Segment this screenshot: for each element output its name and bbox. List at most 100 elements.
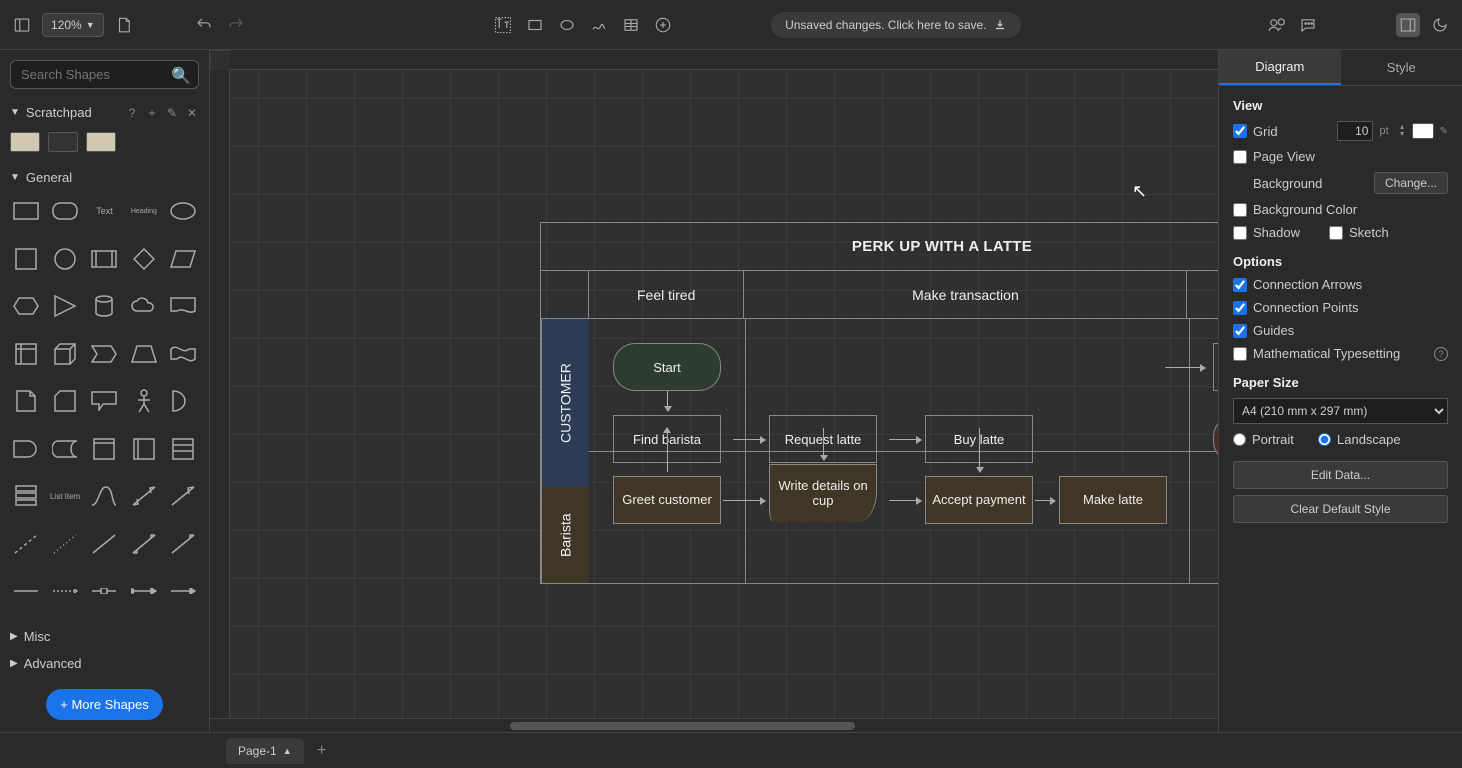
shape-and[interactable] [10, 435, 41, 463]
shape-rounded-rect[interactable] [49, 197, 80, 225]
phase-col3[interactable]: Feel perky [1187, 271, 1218, 318]
conn-points-checkbox[interactable] [1233, 301, 1247, 315]
lane-customer[interactable]: CUSTOMER [541, 319, 589, 487]
shape-tape[interactable] [168, 340, 199, 368]
node-accept[interactable]: Accept payment [925, 476, 1033, 524]
comment-icon[interactable] [1296, 13, 1320, 37]
help-icon[interactable]: ? [125, 106, 139, 120]
shape-ellipse[interactable] [168, 197, 199, 225]
shape-cloud[interactable] [128, 292, 159, 320]
shape-listitem[interactable]: List Item [49, 482, 80, 510]
freehand-tool-icon[interactable] [587, 13, 611, 37]
shape-document[interactable] [168, 292, 199, 320]
share-icon[interactable] [1264, 13, 1288, 37]
shape-actor[interactable] [128, 387, 159, 415]
edit-icon[interactable]: ✎ [165, 106, 179, 120]
add-icon[interactable]: + [145, 106, 159, 120]
scratch-item[interactable] [10, 132, 40, 152]
scratch-item[interactable] [48, 132, 78, 152]
shape-container[interactable] [89, 435, 120, 463]
text-tool-icon[interactable] [491, 13, 515, 37]
landscape-radio[interactable] [1318, 433, 1331, 446]
advanced-header[interactable]: ▶ Advanced [0, 650, 209, 677]
shape-cylinder[interactable] [89, 292, 120, 320]
shape-link-solid[interactable] [10, 577, 41, 605]
shape-trapezoid[interactable] [128, 340, 159, 368]
node-start[interactable]: Start [613, 343, 721, 391]
shape-link-arrow[interactable] [168, 577, 199, 605]
grid-stepper[interactable]: ▲▼ [1399, 124, 1406, 138]
more-shapes-button[interactable]: + More Shapes [46, 689, 163, 720]
papersize-select[interactable]: A4 (210 mm x 297 mm) [1233, 398, 1448, 424]
shape-diamond[interactable] [128, 245, 159, 273]
scratchpad-header[interactable]: ▼ Scratchpad ? + ✎ ✕ [0, 99, 209, 126]
format-panel-toggle-icon[interactable] [1396, 13, 1420, 37]
edit-icon[interactable]: ✎ [1440, 126, 1448, 137]
shape-step[interactable] [89, 340, 120, 368]
shape-note[interactable] [10, 387, 41, 415]
shape-text[interactable]: Text [89, 197, 120, 225]
table-tool-icon[interactable] [619, 13, 643, 37]
diagram-title[interactable]: PERK UP WITH A LATTE [541, 223, 1218, 271]
tab-diagram[interactable]: Diagram [1219, 50, 1341, 85]
ruler-horizontal[interactable] [230, 50, 1218, 70]
sketch-checkbox[interactable] [1329, 226, 1343, 240]
change-background-button[interactable]: Change... [1374, 172, 1448, 194]
shape-triangle[interactable] [49, 292, 80, 320]
undo-icon[interactable] [192, 13, 216, 37]
shape-link-dash[interactable] [49, 577, 80, 605]
shape-arrow[interactable] [168, 482, 199, 510]
phase-col2[interactable]: Make transaction [744, 271, 1187, 318]
node-make[interactable]: Make latte [1059, 476, 1167, 524]
ellipse-tool-icon[interactable] [555, 13, 579, 37]
shape-cube[interactable] [49, 340, 80, 368]
ruler-vertical[interactable] [210, 70, 230, 732]
portrait-radio[interactable] [1233, 433, 1246, 446]
add-page-button[interactable]: + [310, 739, 334, 763]
math-checkbox[interactable] [1233, 347, 1247, 361]
phase-col1[interactable]: Feel tired [589, 271, 745, 318]
general-header[interactable]: ▼ General [0, 164, 209, 191]
shape-parallelogram[interactable] [168, 245, 199, 273]
close-icon[interactable]: ✕ [185, 106, 199, 120]
search-icon[interactable]: 🔍 [171, 66, 191, 86]
scroll-thumb[interactable] [510, 722, 855, 730]
clear-default-style-button[interactable]: Clear Default Style [1233, 495, 1448, 523]
sidebar-toggle-icon[interactable] [10, 13, 34, 37]
page-tab[interactable]: Page-1 ▲ [226, 738, 304, 764]
node-write[interactable]: Write details on cup [769, 464, 877, 522]
shape-container-h[interactable] [128, 435, 159, 463]
shape-list[interactable] [168, 435, 199, 463]
shape-or[interactable] [168, 387, 199, 415]
edit-data-button[interactable]: Edit Data... [1233, 461, 1448, 489]
bgcolor-checkbox[interactable] [1233, 203, 1247, 217]
save-status-button[interactable]: Unsaved changes. Click here to save. [771, 12, 1020, 38]
shape-bidir-thin[interactable] [128, 530, 159, 558]
misc-header[interactable]: ▶ Misc [0, 623, 209, 650]
node-greet[interactable]: Greet customer [613, 476, 721, 524]
shape-dir-thin[interactable] [168, 530, 199, 558]
shape-line[interactable] [89, 530, 120, 558]
pageview-checkbox[interactable] [1233, 150, 1247, 164]
theme-toggle-icon[interactable] [1428, 13, 1452, 37]
shape-bidir-arrow[interactable] [128, 482, 159, 510]
guides-checkbox[interactable] [1233, 324, 1247, 338]
chevron-up-icon[interactable]: ▲ [283, 746, 292, 756]
shape-heading[interactable]: Heading [128, 197, 159, 225]
redo-icon[interactable] [224, 13, 248, 37]
shape-link-assoc[interactable] [128, 577, 159, 605]
shape-link-label[interactable] [89, 577, 120, 605]
canvas[interactable]: ↖ PERK UP WITH A LATTE Feel tired Make t… [210, 50, 1218, 732]
shape-circle[interactable] [49, 245, 80, 273]
lane-barista[interactable]: Barista [541, 487, 589, 583]
scrollbar-horizontal[interactable] [210, 718, 1218, 732]
conn-arrows-checkbox[interactable] [1233, 278, 1247, 292]
zoom-select[interactable]: 120%▼ [42, 13, 104, 37]
help-icon[interactable]: ? [1434, 347, 1448, 361]
shape-internal-storage[interactable] [10, 340, 41, 368]
shape-curve[interactable] [89, 482, 120, 510]
swimlane-diagram[interactable]: PERK UP WITH A LATTE Feel tired Make tra… [540, 222, 1218, 584]
shape-process[interactable] [89, 245, 120, 273]
grid-checkbox[interactable] [1233, 124, 1247, 138]
shape-hexagon[interactable] [10, 292, 41, 320]
